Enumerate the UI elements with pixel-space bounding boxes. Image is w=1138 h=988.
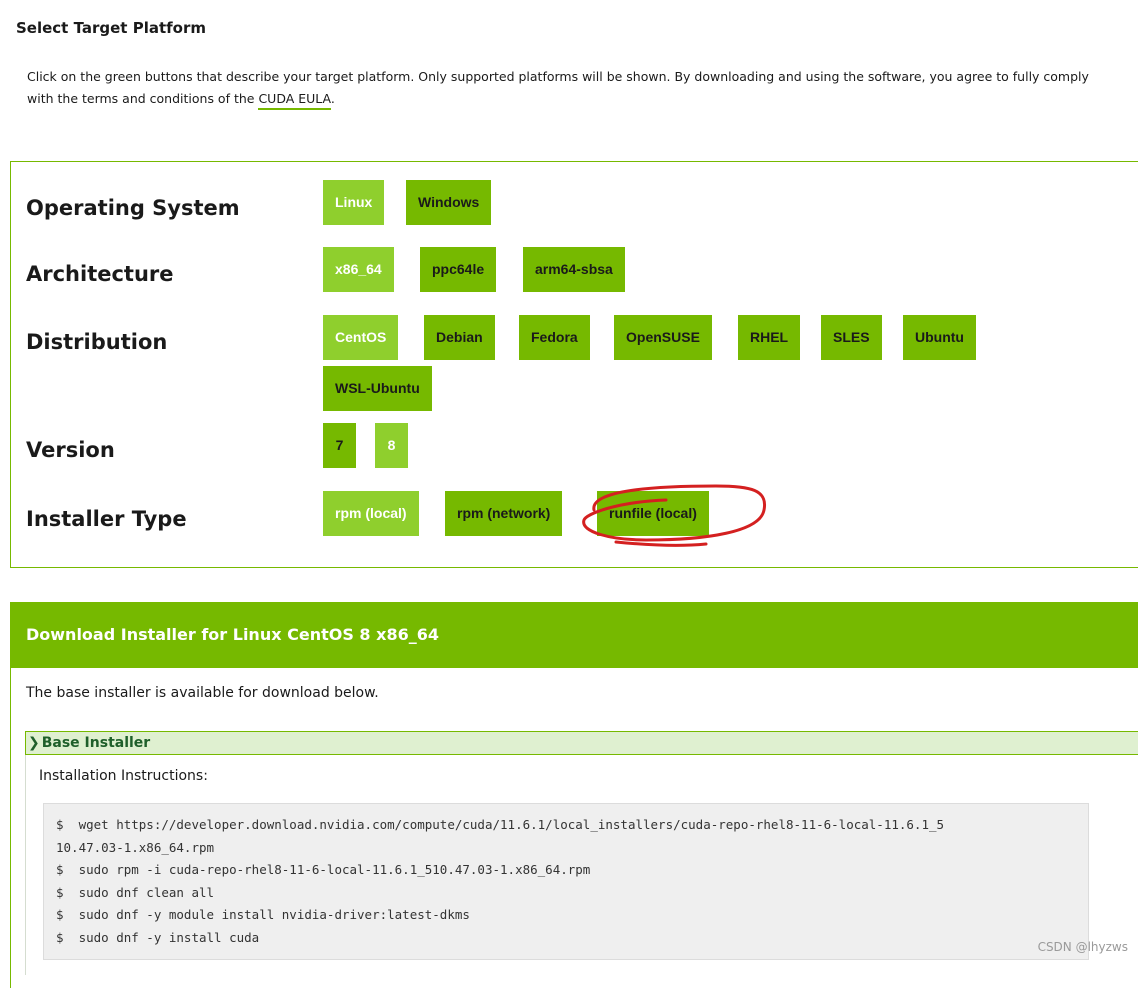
install-commands-block[interactable]: $ wget https://developer.download.nvidia… [43,803,1089,960]
option-windows[interactable]: Windows [406,180,492,225]
option-wsl-ubuntu[interactable]: WSL-Ubuntu [323,366,432,411]
option-runfile-local[interactable]: runfile (local) [597,491,709,536]
option-debian[interactable]: Debian [424,315,495,360]
code-line: $ sudo dnf -y module install nvidia-driv… [56,907,470,922]
row-label-distribution: Distribution [26,330,168,354]
option-arm64-sbsa[interactable]: arm64-sbsa [523,247,625,292]
intro-suffix: . [330,91,335,106]
watermark: CSDN @lhyzws [1037,940,1128,954]
option-centos[interactable]: CentOS [323,315,399,360]
download-header: Download Installer for Linux CentOS 8 x8… [10,602,1138,668]
base-installer-label: Base Installer [41,735,151,751]
option-x86-64[interactable]: x86_64 [323,247,394,292]
option-version-7[interactable]: 7 [323,423,356,468]
option-version-8[interactable]: 8 [375,423,408,468]
option-rhel[interactable]: RHEL [738,315,801,360]
option-ppc64le[interactable]: ppc64le [420,247,497,292]
intro-body: Click on the green buttons that describe… [27,69,1089,106]
option-rpm-local[interactable]: rpm (local) [323,491,419,536]
installation-instructions-label: Installation Instructions: [39,768,208,784]
code-line: $ sudo dnf -y install cuda [56,929,260,945]
option-linux[interactable]: Linux [323,180,385,225]
download-note: The base installer is available for down… [26,685,379,701]
row-label-installer-type: Installer Type [26,507,187,531]
base-installer-toggle[interactable]: ❯ Base Installer [25,731,1138,755]
row-label-architecture: Architecture [26,262,174,286]
option-opensuse[interactable]: OpenSUSE [614,315,712,360]
page-title: Select Target Platform [16,19,206,37]
option-sles[interactable]: SLES [821,315,882,360]
row-label-version: Version [26,438,115,462]
code-line: $ sudo dnf clean all [56,884,215,900]
option-rpm-network[interactable]: rpm (network) [445,491,563,536]
option-ubuntu[interactable]: Ubuntu [903,315,976,360]
code-line: $ sudo rpm -i cuda-repo-rhel8-11-6-local… [56,862,591,877]
code-line: 10.47.03-1.x86_64.rpm [56,839,215,855]
row-label-operating-system: Operating System [26,196,240,220]
chevron-right-icon: ❯ [28,735,40,751]
intro-text: Click on the green buttons that describe… [27,66,1117,110]
option-fedora[interactable]: Fedora [519,315,590,360]
code-line: $ wget https://developer.download.nvidia… [56,817,945,832]
cuda-eula-link[interactable]: CUDA EULA [258,91,331,110]
